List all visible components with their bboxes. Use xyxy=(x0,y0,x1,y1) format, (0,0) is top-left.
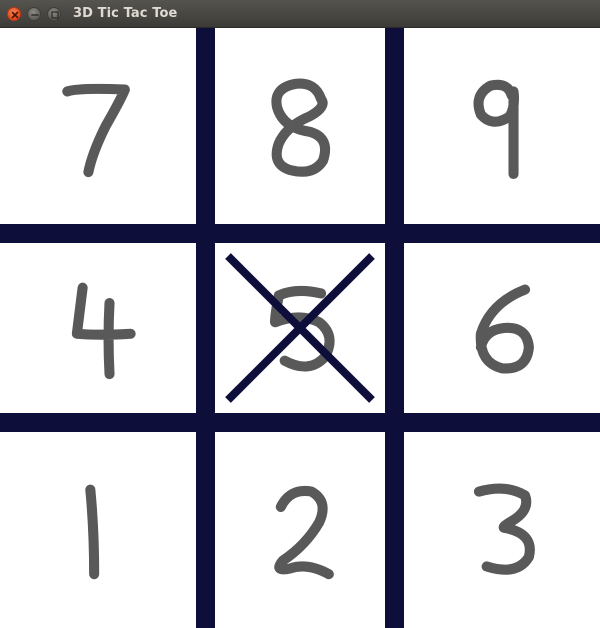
close-icon[interactable] xyxy=(7,7,21,21)
board-canvas: 789 456 123 xyxy=(0,28,600,628)
board-cell-7[interactable]: 7 xyxy=(0,28,196,224)
board-cell-6[interactable]: 6 xyxy=(404,243,600,413)
grid-line-horizontal-top xyxy=(0,224,600,243)
grid-line-vertical-right xyxy=(385,28,404,628)
board-cell-3[interactable]: 3 xyxy=(404,432,600,628)
maximize-icon[interactable] xyxy=(47,7,61,21)
minimize-icon[interactable] xyxy=(27,7,41,21)
board-cell-5[interactable]: 5 xyxy=(215,243,385,413)
board-cell-1[interactable]: 1 xyxy=(0,432,196,628)
board-cell-8[interactable]: 8 xyxy=(215,28,385,224)
window-titlebar: 3D Tic Tac Toe xyxy=(0,0,600,28)
window-title: 3D Tic Tac Toe xyxy=(73,6,178,21)
grid-line-horizontal-bottom xyxy=(0,413,600,432)
board-cell-4[interactable]: 4 xyxy=(0,243,196,413)
board-cell-2[interactable]: 2 xyxy=(215,432,385,628)
game-board: 789 456 123 xyxy=(0,28,600,628)
board-cell-9[interactable]: 9 xyxy=(404,28,600,224)
cell-digit-1 xyxy=(85,484,100,580)
grid-line-vertical-left xyxy=(196,28,215,628)
